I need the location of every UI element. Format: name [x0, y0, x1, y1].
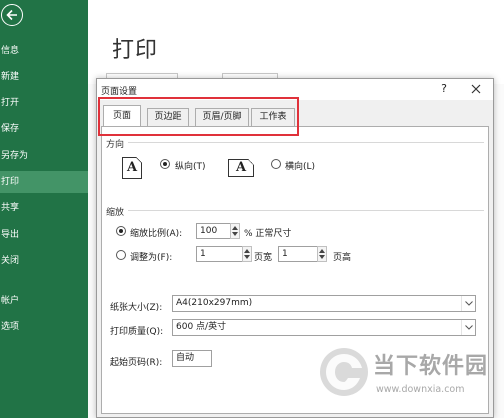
sidebar-item-export[interactable]: 导出: [0, 224, 88, 246]
sidebar-item-info[interactable]: 信息: [0, 40, 88, 62]
paper-size-value: A4(210x297mm): [176, 298, 253, 308]
scale-percent-spinner[interactable]: [230, 223, 240, 239]
scaling-section-label: 缩放: [106, 208, 125, 218]
portrait-label: 纵向(T): [175, 162, 206, 172]
tab-sheet[interactable]: 工作表: [251, 108, 295, 126]
close-icon[interactable]: [467, 81, 485, 97]
sidebar-item-print[interactable]: 打印: [0, 171, 88, 193]
sidebar-item-share[interactable]: 共享: [0, 197, 88, 219]
first-page-number-input[interactable]: 自动: [172, 350, 212, 367]
orientation-section-label: 方向: [106, 140, 125, 150]
sidebar-item-options[interactable]: 选项: [0, 316, 88, 338]
fit-pages-wide-spinner[interactable]: [242, 246, 252, 262]
help-button[interactable]: ?: [436, 81, 452, 97]
print-quality-label: 打印质量(Q):: [110, 327, 164, 337]
adjust-to-label: 缩放比例(A):: [130, 229, 183, 239]
fit-pages-tall-suffix: 页高: [333, 253, 352, 263]
landscape-radio[interactable]: [271, 159, 281, 169]
landscape-label: 横向(L): [285, 162, 316, 172]
fit-pages-tall-spinner[interactable]: [317, 246, 327, 262]
fit-to-label: 调整为(F):: [130, 253, 173, 263]
back-arrow-icon[interactable]: [1, 4, 23, 26]
fit-pages-tall-input[interactable]: 1: [278, 246, 318, 262]
print-quality-select[interactable]: 600 点/英寸: [172, 319, 476, 336]
page-title: 打印: [112, 38, 159, 63]
sidebar-item-account[interactable]: 帐户: [0, 290, 88, 312]
adjust-to-radio[interactable]: [116, 226, 126, 236]
fit-to-radio[interactable]: [116, 250, 126, 260]
tab-header-footer[interactable]: 页眉/页脚: [195, 108, 249, 126]
chevron-down-icon[interactable]: [461, 296, 475, 311]
watermark-brand: 当下软件园: [373, 354, 489, 379]
scale-percent-input[interactable]: 100: [196, 223, 232, 239]
sidebar-item-save-as[interactable]: 另存为: [0, 145, 88, 167]
first-page-number-label: 起始页码(R):: [110, 358, 163, 368]
portrait-page-icon: A: [122, 157, 142, 179]
fit-pages-wide-input[interactable]: 1: [196, 246, 244, 262]
tab-page[interactable]: 页面: [103, 105, 141, 127]
paper-size-label: 纸张大小(Z):: [110, 303, 163, 313]
landscape-page-icon: A: [228, 159, 254, 177]
sidebar-item-save[interactable]: 保存: [0, 118, 88, 140]
watermark-url: www.downxia.com: [376, 384, 465, 395]
paper-size-select[interactable]: A4(210x297mm): [172, 295, 476, 312]
scale-percent-suffix: % 正常尺寸: [244, 229, 292, 239]
fit-pages-wide-suffix: 页宽: [254, 253, 273, 263]
watermark-logo-icon: [318, 346, 370, 398]
portrait-radio[interactable]: [160, 159, 170, 169]
dialog-title: 页面设置: [101, 87, 138, 97]
dialog-tabs: 页面 页边距 页眉/页脚 工作表: [101, 105, 301, 127]
sidebar-item-new[interactable]: 新建: [0, 66, 88, 88]
dialog-titlebar: 页面设置 ?: [97, 79, 493, 100]
print-quality-value: 600 点/英寸: [176, 322, 227, 332]
section-divider: [128, 210, 484, 211]
chevron-down-icon[interactable]: [461, 320, 475, 335]
section-divider: [128, 142, 484, 143]
sidebar-item-close[interactable]: 关闭: [0, 250, 88, 272]
tab-margins[interactable]: 页边距: [147, 108, 189, 126]
backstage-sidebar: 信息 新建 打开 保存 另存为 打印 共享 导出 关闭 帐户 选项: [0, 0, 88, 418]
sidebar-item-open[interactable]: 打开: [0, 92, 88, 114]
